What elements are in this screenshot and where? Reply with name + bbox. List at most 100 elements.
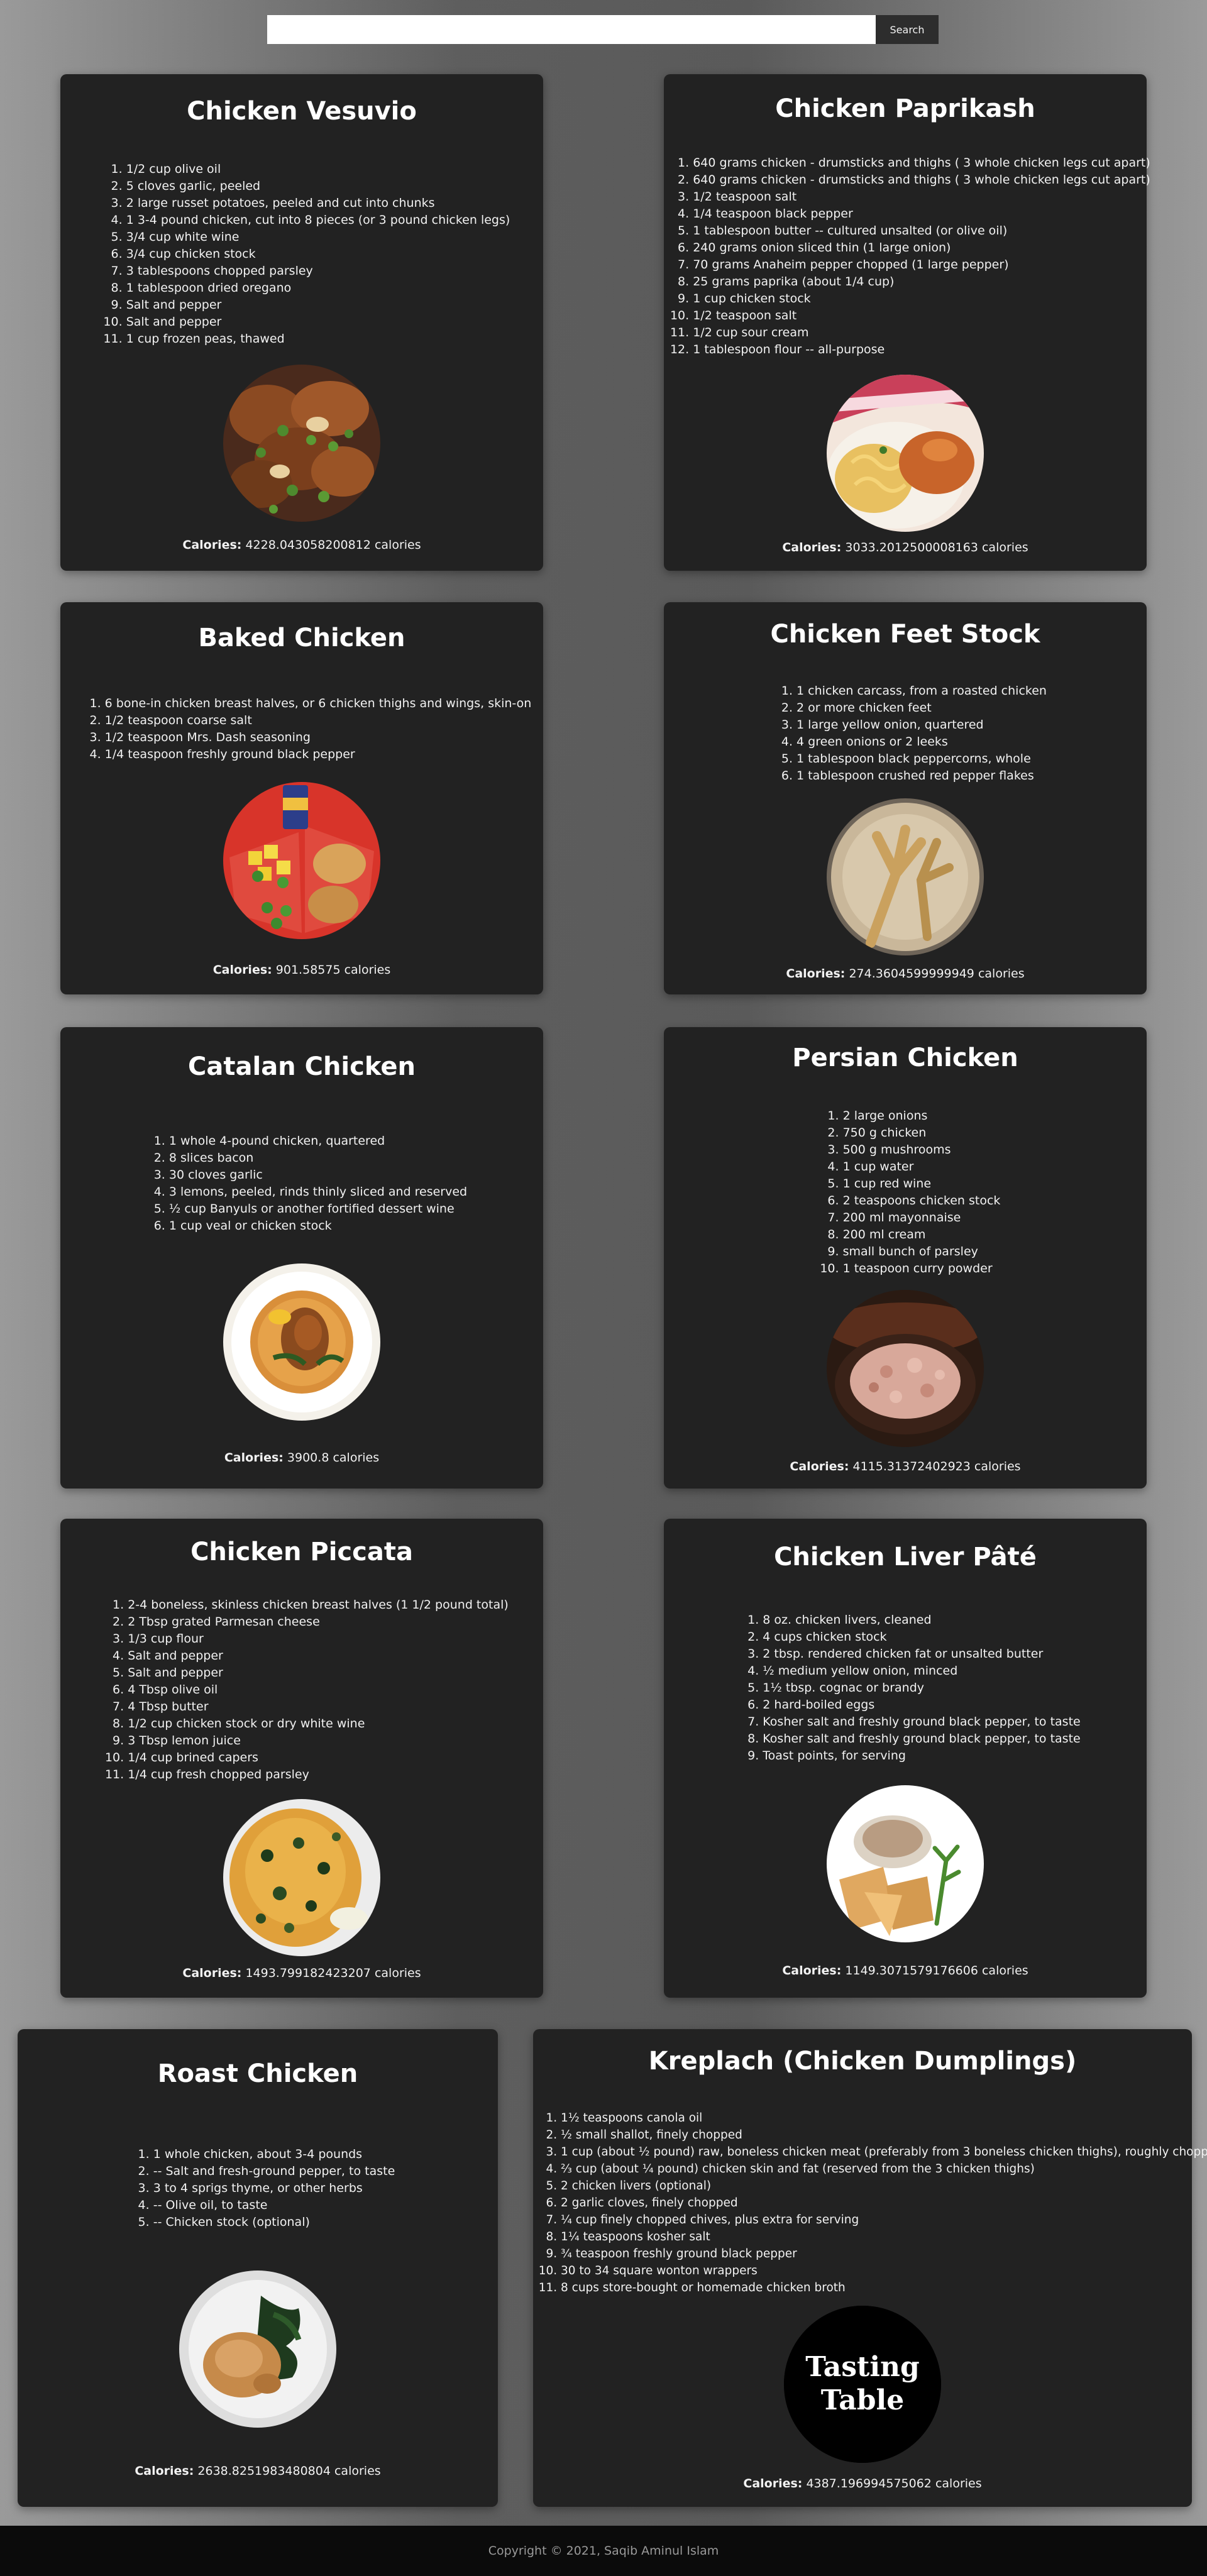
ingredient-item: 1 tablespoon crushed red pepper flakes bbox=[796, 768, 1047, 784]
ingredient-item: Salt and pepper bbox=[128, 1648, 509, 1665]
ingredient-item: 70 grams Anaheim pepper chopped (1 large… bbox=[693, 256, 1150, 273]
ingredient-item: 200 ml mayonnaise bbox=[843, 1209, 1001, 1226]
ingredient-item: Kosher salt and freshly ground black pep… bbox=[763, 1714, 1080, 1731]
ingredient-item: 8 cups store-bought or homemade chicken … bbox=[561, 2279, 1207, 2296]
recipe-title: Chicken Liver Pâté bbox=[774, 1543, 1037, 1571]
ingredient-item: 4 Tbsp olive oil bbox=[128, 1682, 509, 1698]
ingredient-item: 3/4 cup white wine bbox=[126, 229, 510, 246]
calories-value: 2638.8251983480804 bbox=[197, 2464, 331, 2478]
ingredient-item: 1/2 cup chicken stock or dry white wine bbox=[128, 1715, 509, 1732]
recipe-title: Chicken Paprikash bbox=[775, 94, 1035, 123]
ingredient-item: 500 g mushrooms bbox=[843, 1142, 1001, 1159]
calories-text: Calories: 4115.31372402923 calories bbox=[664, 1460, 1147, 1473]
ingredient-list: 1 whole chicken, about 3-4 pounds -- Sal… bbox=[18, 2146, 498, 2231]
ingredient-item: Salt and pepper bbox=[128, 1665, 509, 1682]
ingredient-item: -- Olive oil, to taste bbox=[153, 2197, 395, 2214]
ingredient-item: 1 cup water bbox=[843, 1159, 1001, 1175]
chicken-piccata-photo bbox=[223, 1799, 380, 1956]
ingredient-item: 3/4 cup chicken stock bbox=[126, 246, 510, 263]
recipe-card: Chicken Feet Stock 1 chicken carcass, fr… bbox=[664, 602, 1147, 994]
calories-label: Calories: bbox=[790, 1460, 849, 1473]
ingredient-item: 1 cup (about ½ pound) raw, boneless chic… bbox=[561, 2144, 1207, 2160]
recipe-title: Catalan Chicken bbox=[188, 1052, 416, 1081]
calories-text: Calories: 1493.799182423207 calories bbox=[60, 1966, 543, 1980]
calories-value: 1493.799182423207 bbox=[245, 1966, 371, 1980]
search-button[interactable]: Search bbox=[876, 15, 939, 44]
calories-label: Calories: bbox=[782, 1964, 842, 1978]
ingredient-list: 8 oz. chicken livers, cleaned 4 cups chi… bbox=[664, 1612, 1147, 1764]
ingredient-item: 1/4 teaspoon freshly ground black pepper bbox=[105, 746, 532, 763]
ingredient-item: 2 teaspoons chicken stock bbox=[843, 1192, 1001, 1209]
recipe-title: Chicken Piccata bbox=[190, 1538, 413, 1566]
baked-chicken-photo bbox=[223, 782, 380, 939]
ingredient-item: ½ medium yellow onion, minced bbox=[763, 1663, 1080, 1680]
ingredient-item: 1 teaspoon curry powder bbox=[843, 1260, 1001, 1277]
roast-chicken-photo bbox=[179, 2271, 336, 2428]
ingredient-list: 1 whole 4-pound chicken, quartered 8 sli… bbox=[60, 1133, 543, 1235]
calories-unit: calories bbox=[344, 963, 391, 977]
ingredient-item: Toast points, for serving bbox=[763, 1748, 1080, 1764]
calories-unit: calories bbox=[374, 538, 421, 552]
ingredient-list: 2 large onions 750 g chicken 500 g mushr… bbox=[664, 1108, 1147, 1277]
calories-value: 4387.196994575062 bbox=[806, 2477, 932, 2491]
tasting-table-logo: Tasting Table bbox=[784, 2306, 941, 2463]
recipe-title: Persian Chicken bbox=[792, 1043, 1018, 1072]
calories-label: Calories: bbox=[135, 2464, 194, 2478]
ingredient-item: 1 3-4 pound chicken, cut into 8 pieces (… bbox=[126, 212, 510, 229]
ingredient-item: 1/2 teaspoon coarse salt bbox=[105, 712, 532, 729]
calories-label: Calories: bbox=[743, 2477, 803, 2491]
ingredient-item: ¾ teaspoon freshly ground black pepper bbox=[561, 2245, 1207, 2262]
ingredient-item: 1 tablespoon flour -- all-purpose bbox=[693, 341, 1150, 358]
ingredient-item: 1 cup frozen peas, thawed bbox=[126, 331, 510, 348]
ingredient-item: 240 grams onion sliced thin (1 large oni… bbox=[693, 239, 1150, 256]
calories-unit: calories bbox=[334, 2464, 381, 2478]
ingredient-list: 1/2 cup olive oil 5 cloves garlic, peele… bbox=[60, 161, 543, 348]
catalan-chicken-photo bbox=[223, 1263, 380, 1421]
ingredient-list: 1½ teaspoons canola oil ½ small shallot,… bbox=[533, 2110, 1207, 2296]
ingredient-item: 1 tablespoon dried oregano bbox=[126, 280, 510, 297]
recipe-card: Roast Chicken 1 whole chicken, about 3-4… bbox=[18, 2029, 498, 2507]
search-input[interactable] bbox=[267, 15, 876, 44]
ingredient-item: 1/4 cup brined capers bbox=[128, 1749, 509, 1766]
ingredient-item: 30 cloves garlic bbox=[169, 1167, 467, 1184]
ingredient-item: 1/2 teaspoon salt bbox=[693, 189, 1150, 206]
calories-text: Calories: 274.3604599999949 calories bbox=[664, 967, 1147, 981]
ingredient-item: 2 large russet potatoes, peeled and cut … bbox=[126, 195, 510, 212]
calories-value: 274.3604599999949 bbox=[849, 967, 974, 981]
calories-text: Calories: 3033.2012500008163 calories bbox=[664, 541, 1147, 554]
ingredient-item: 3 Tbsp lemon juice bbox=[128, 1732, 509, 1749]
calories-unit: calories bbox=[333, 1451, 380, 1465]
ingredient-item: 2 large onions bbox=[843, 1108, 1001, 1125]
ingredient-item: 4 cups chicken stock bbox=[763, 1629, 1080, 1646]
chicken-liver-pate-photo bbox=[827, 1785, 984, 1942]
ingredient-item: 25 grams paprika (about 1/4 cup) bbox=[693, 273, 1150, 290]
recipe-card: Kreplach (Chicken Dumplings) 1½ teaspoon… bbox=[533, 2029, 1207, 2507]
logo-line-2: Table bbox=[821, 2384, 905, 2416]
ingredient-item: 750 g chicken bbox=[843, 1125, 1001, 1142]
ingredient-item: Kosher salt and freshly ground black pep… bbox=[763, 1731, 1080, 1748]
ingredient-item: 4 Tbsp butter bbox=[128, 1698, 509, 1715]
ingredient-item: 1/3 cup flour bbox=[128, 1631, 509, 1648]
ingredient-item: 200 ml cream bbox=[843, 1226, 1001, 1243]
calories-unit: calories bbox=[981, 541, 1028, 554]
ingredient-list: 6 bone-in chicken breast halves, or 6 ch… bbox=[60, 695, 543, 763]
ingredient-item: 2 or more chicken feet bbox=[796, 700, 1047, 717]
ingredient-item: 2-4 boneless, skinless chicken breast ha… bbox=[128, 1597, 509, 1614]
calories-value: 901.58575 bbox=[275, 963, 341, 977]
ingredient-item: 1/4 teaspoon black pepper bbox=[693, 206, 1150, 223]
ingredient-item: ½ small shallot, finely chopped bbox=[561, 2127, 1207, 2144]
calories-label: Calories: bbox=[182, 538, 242, 552]
ingredient-item: 1/2 teaspoon Mrs. Dash seasoning bbox=[105, 729, 532, 746]
calories-text: Calories: 4228.043058200812 calories bbox=[60, 538, 543, 552]
footer: Copyright © 2021, Saqib Aminul Islam bbox=[0, 2526, 1207, 2576]
ingredient-item: 1/2 cup sour cream bbox=[693, 324, 1150, 341]
ingredient-item: 1 chicken carcass, from a roasted chicke… bbox=[796, 683, 1047, 700]
chicken-vesuvio-photo bbox=[223, 365, 380, 522]
ingredient-item: 1½ teaspoons canola oil bbox=[561, 2110, 1207, 2127]
calories-value: 1149.3071579176606 bbox=[845, 1964, 978, 1978]
calories-unit: calories bbox=[974, 1460, 1021, 1473]
ingredient-item: 6 bone-in chicken breast halves, or 6 ch… bbox=[105, 695, 532, 712]
ingredient-item: ⅔ cup (about ¼ pound) chicken skin and f… bbox=[561, 2160, 1207, 2177]
ingredient-item: 1 cup red wine bbox=[843, 1175, 1001, 1192]
calories-text: Calories: 3900.8 calories bbox=[60, 1451, 543, 1465]
